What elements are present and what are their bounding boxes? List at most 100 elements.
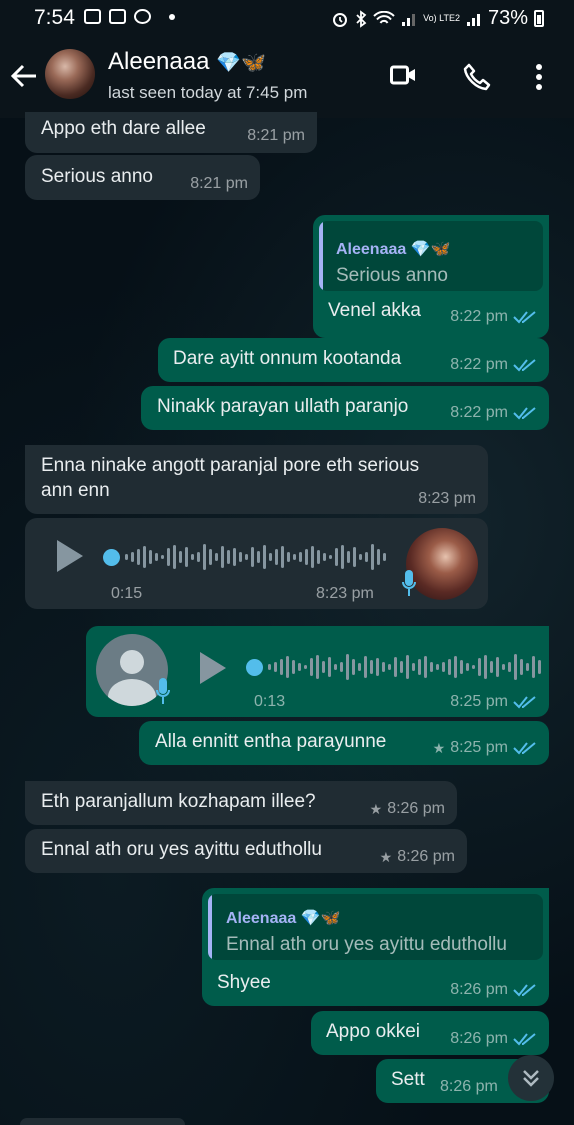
read-receipt-icon <box>513 1033 536 1046</box>
message-bubble-outgoing-reply[interactable]: Aleenaaa 💎🦋 Serious anno Venel akka 8:22… <box>313 215 549 338</box>
play-voice-button[interactable] <box>200 652 226 684</box>
voice-waveform[interactable] <box>268 653 541 681</box>
video-call-icon[interactable] <box>390 64 416 86</box>
message-bubble-outgoing[interactable]: Appo okkei 8:26 pm <box>311 1011 549 1055</box>
message-bubble-outgoing[interactable]: Alla ennitt entha parayunne ★ 8:25 pm <box>139 721 549 765</box>
waveform-bar <box>359 554 362 560</box>
waveform-bar <box>358 663 361 671</box>
waveform-bar <box>371 544 374 570</box>
waveform-bar <box>221 546 224 568</box>
read-receipt-icon <box>513 311 536 324</box>
message-bubble-outgoing[interactable]: Dare ayitt onnum kootanda 8:22 pm <box>158 338 549 382</box>
quoted-sender: Aleenaaa 💎🦋 <box>336 241 451 258</box>
quoted-message[interactable]: Aleenaaa 💎🦋 Serious anno <box>319 221 543 291</box>
waveform-bar <box>460 660 463 674</box>
voice-waveform[interactable] <box>125 543 386 571</box>
quoted-message[interactable]: Aleenaaa 💎🦋 Ennal ath oru yes ayittu edu… <box>208 894 543 960</box>
waveform-bar <box>478 658 481 676</box>
waveform-bar <box>323 553 326 561</box>
waveform-bar <box>298 663 301 671</box>
contact-avatar[interactable] <box>45 49 95 99</box>
contact-name[interactable]: Aleenaaa 💎🦋 <box>108 48 266 76</box>
voice-scrubber-handle[interactable] <box>103 549 120 566</box>
quoted-text: Ennal ath oru yes ayittu eduthollu <box>226 934 507 955</box>
waveform-bar <box>197 552 200 562</box>
waveform-bar <box>496 657 499 677</box>
message-time: 8:26 pm <box>440 1078 498 1095</box>
message-time: 8:23 pm <box>418 490 476 507</box>
message-bubble-incoming[interactable]: Eth paranjallum kozhapam illee? ★ 8:26 p… <box>25 781 457 825</box>
waveform-bar <box>251 547 254 567</box>
waveform-bar <box>143 546 146 568</box>
waveform-bar <box>388 664 391 670</box>
message-bubble-outgoing[interactable]: Ninakk parayan ullath paranjo 8:22 pm <box>141 386 549 430</box>
play-voice-button[interactable] <box>57 540 83 572</box>
message-meta: 8:22 pm <box>450 356 537 374</box>
waveform-bar <box>268 664 271 670</box>
message-time: 8:21 pm <box>247 127 305 144</box>
message-text: Dare ayitt onnum kootanda <box>173 348 402 369</box>
message-text-line-1: Enna ninake angott paranjal pore eth ser… <box>41 455 420 476</box>
network-type-label: Vo) LTE2 <box>423 13 460 23</box>
message-text: Venel akka <box>328 300 421 321</box>
waveform-bar <box>382 662 385 672</box>
message-time: 8:22 pm <box>450 356 508 373</box>
message-time: 8:23 pm <box>316 585 374 602</box>
waveform-bar <box>287 552 290 562</box>
waveform-bar <box>310 658 313 676</box>
waveform-bar <box>472 665 475 669</box>
waveform-bar <box>370 660 373 674</box>
scroll-to-bottom-button[interactable] <box>508 1055 554 1101</box>
wifi-icon <box>373 10 395 24</box>
waveform-bar <box>293 554 296 560</box>
waveform-bar <box>191 554 194 560</box>
more-options-icon[interactable] <box>535 64 543 90</box>
waveform-bar <box>484 655 487 679</box>
sender-avatar <box>406 528 478 600</box>
phone-call-icon[interactable] <box>462 62 492 92</box>
message-text: Ninakk parayan ullath paranjo <box>157 396 409 417</box>
signal-2-icon <box>466 13 480 26</box>
message-meta: 8:26 pm <box>450 981 537 999</box>
read-receipt-icon <box>513 984 536 997</box>
voice-message-incoming[interactable]: 0:15 8:23 pm <box>25 518 488 609</box>
message-meta: ★ 8:25 pm <box>433 739 537 757</box>
voice-message-outgoing[interactable]: 0:13 8:25 pm <box>86 626 549 717</box>
waveform-bar <box>305 549 308 565</box>
message-meta: 8:22 pm <box>450 308 537 326</box>
message-bubble-incoming[interactable]: Serious anno 8:21 pm <box>25 155 260 200</box>
message-time: 8:26 pm <box>397 848 455 865</box>
message-bubble-incoming[interactable]: Enna ninake angott paranjal pore eth ser… <box>25 445 488 514</box>
battery-percentage: 73% <box>487 7 528 29</box>
waveform-bar <box>292 660 295 674</box>
waveform-bar <box>239 552 242 562</box>
waveform-bar <box>377 549 380 565</box>
message-bubble-incoming[interactable]: Appo eth dare allee 8:21 pm <box>25 112 317 153</box>
waveform-bar <box>299 552 302 562</box>
waveform-bar <box>322 661 325 673</box>
contact-name-text: Aleenaaa <box>108 48 210 75</box>
waveform-bar <box>149 550 152 564</box>
chat-header: Aleenaaa 💎🦋 last seen today at 7:45 pm <box>0 36 574 118</box>
voice-duration: 0:13 <box>254 693 286 710</box>
waveform-bar <box>215 553 218 561</box>
message-text: Ennal ath oru yes ayittu eduthollu <box>41 839 322 860</box>
message-bubble-outgoing-reply[interactable]: Aleenaaa 💎🦋 Ennal ath oru yes ayittu edu… <box>202 888 549 1006</box>
waveform-bar <box>328 657 331 677</box>
back-arrow-icon[interactable] <box>10 62 38 90</box>
waveform-bar <box>209 549 212 565</box>
voice-scrubber-handle[interactable] <box>246 659 263 676</box>
waveform-bar <box>346 654 349 680</box>
starred-icon: ★ <box>432 739 446 756</box>
waveform-bar <box>304 665 307 669</box>
waveform-bar <box>203 544 206 570</box>
waveform-bar <box>406 655 409 679</box>
waveform-bar <box>418 659 421 675</box>
message-bubble-incoming[interactable]: Ennal ath oru yes ayittu eduthollu ★ 8:2… <box>25 829 467 873</box>
double-chevron-down-icon <box>523 1070 539 1087</box>
waveform-bar <box>353 547 356 567</box>
waveform-bar <box>263 545 266 569</box>
message-time: 8:26 pm <box>387 800 445 817</box>
signal-1-icon <box>402 13 416 26</box>
message-text: Appo okkei <box>326 1021 421 1042</box>
